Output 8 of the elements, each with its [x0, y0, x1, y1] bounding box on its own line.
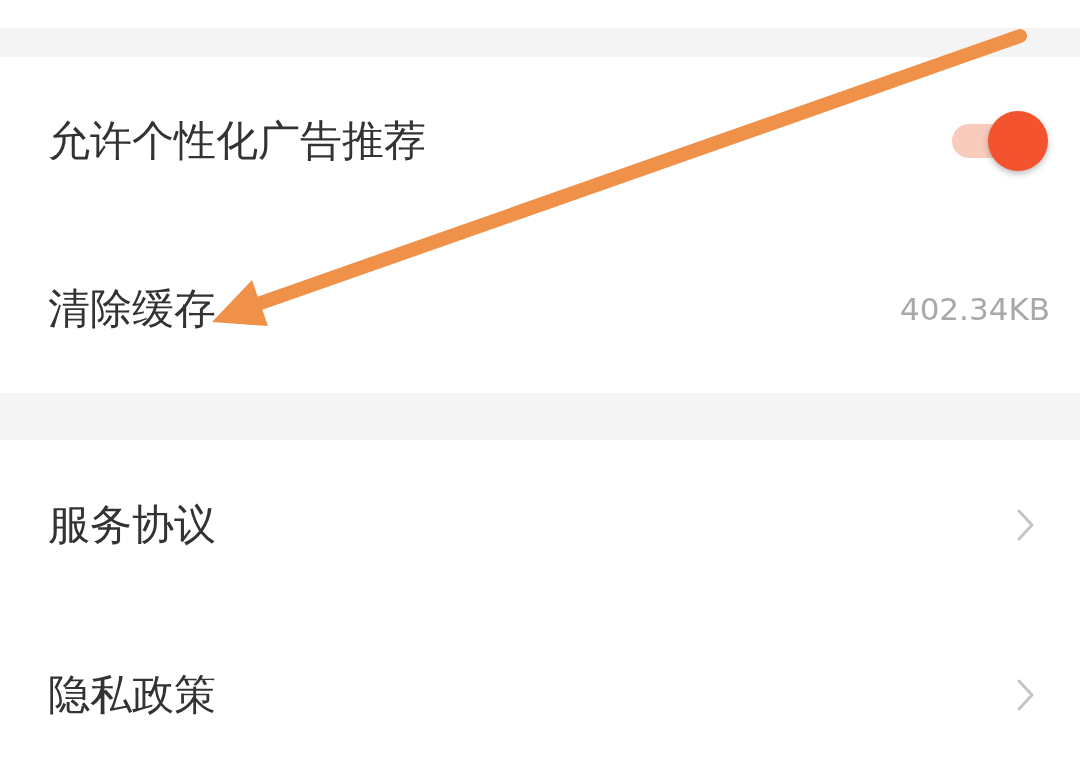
- cache-size: 402.34KB: [899, 291, 1050, 327]
- chevron-right-icon: [1016, 678, 1036, 712]
- setting-label: 清除缓存: [48, 283, 216, 335]
- setting-label: 隐私政策: [48, 669, 216, 721]
- toggle-switch[interactable]: [952, 109, 1050, 173]
- chevron-right-icon: [1016, 508, 1036, 542]
- setting-label: 服务协议: [48, 499, 216, 551]
- setting-label: 允许个性化广告推荐: [48, 115, 426, 167]
